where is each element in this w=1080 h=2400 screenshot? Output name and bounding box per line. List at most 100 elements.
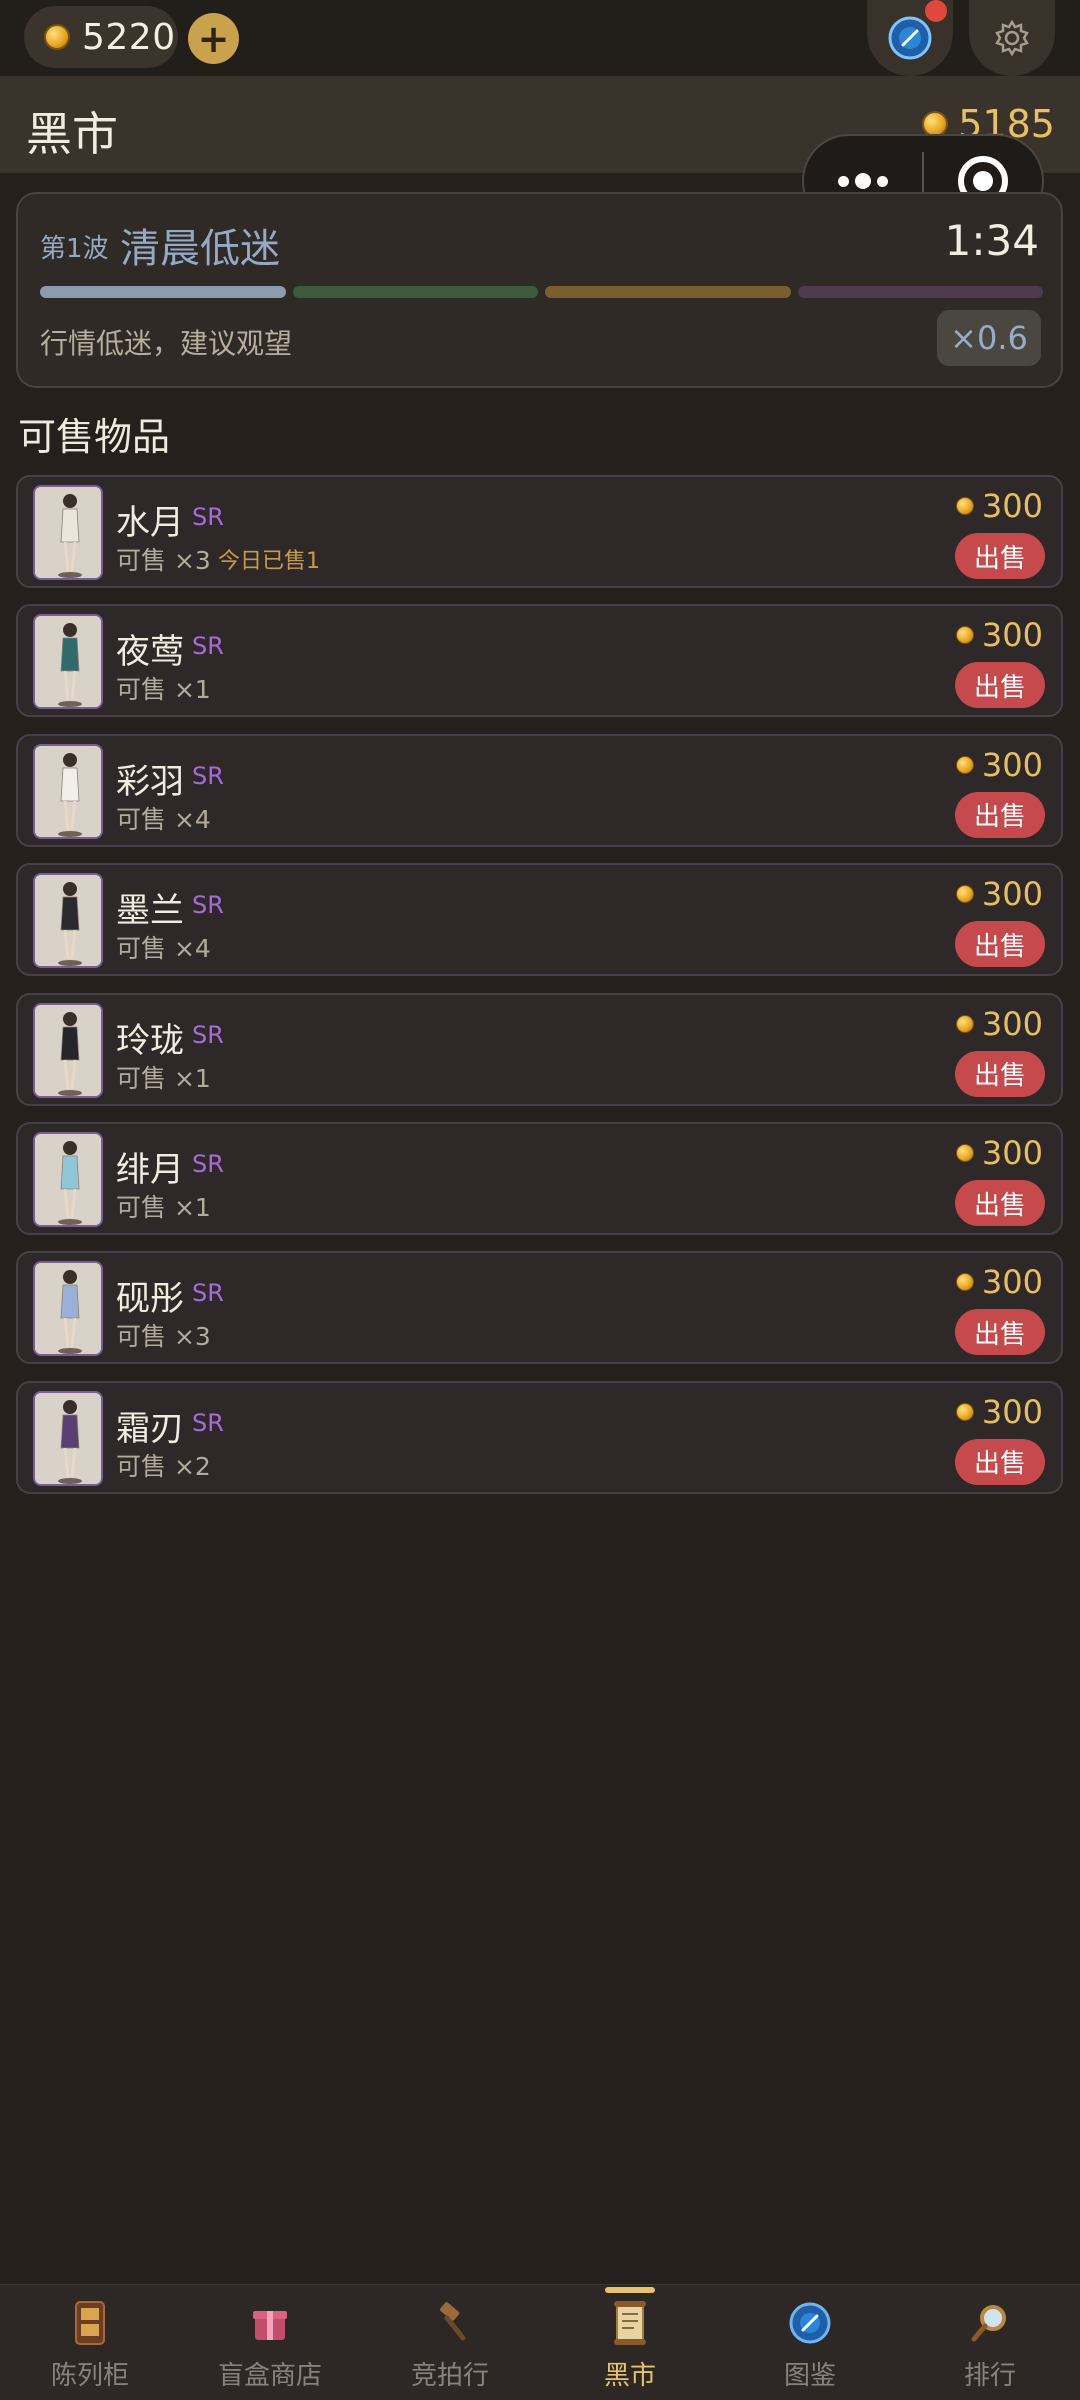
rarity-badge: SR [192, 891, 224, 920]
rarity-badge: SR [192, 761, 224, 790]
character-portrait [33, 1002, 103, 1098]
nav-item-3[interactable]: 黑市 [540, 2285, 720, 2400]
item-name: 玲珑 [116, 1020, 184, 1061]
sell-button[interactable]: 出售 [955, 533, 1045, 579]
coin-icon [955, 755, 974, 774]
nav-item-1[interactable]: 盲盒商店 [180, 2285, 360, 2400]
wave-timer: 1:34 [944, 216, 1039, 265]
sellable-item-row: 玲珑 SR 可售 ×1 300 出售 [16, 992, 1063, 1106]
sell-button[interactable]: 出售 [955, 1180, 1045, 1226]
sellable-item-row: 夜莺 SR 可售 ×1 300 出售 [16, 604, 1063, 718]
nav-label: 盲盒商店 [217, 2361, 322, 2391]
nav-item-0[interactable]: 陈列柜 [0, 2285, 180, 2400]
wave-number: 第1波 [40, 234, 109, 264]
item-price-value: 300 [981, 875, 1043, 914]
coin-balance: 5220 [82, 16, 176, 58]
rarity-badge: SR [192, 1150, 224, 1178]
coin-icon [44, 24, 70, 50]
item-stock: 可售 ×1 [116, 1063, 211, 1093]
section-title: 可售物品 [18, 415, 171, 459]
coin-icon [955, 1144, 974, 1162]
wave-phase-bar [40, 286, 1043, 298]
wave-phase-segment [40, 286, 286, 298]
price-multiplier-badge: ×0.6 [937, 310, 1041, 366]
item-name: 绯月 [116, 1150, 184, 1190]
active-tab-indicator [605, 2287, 655, 2293]
item-name: 砚彤 [116, 1279, 184, 1320]
item-stock: 可售 ×3 [116, 546, 211, 575]
wave-phase-segment [545, 286, 791, 298]
item-name: 水月 [116, 503, 184, 543]
sold-today-note: 今日已售1 [218, 549, 320, 574]
item-price: 300 [955, 1392, 1043, 1431]
nav-label: 图鉴 [783, 2361, 836, 2391]
item-price-value: 300 [981, 487, 1043, 525]
market-wave-card: 第1波 清晨低迷 1:34 行情低迷，建议观望 ×0.6 [16, 192, 1063, 388]
magnifier-icon [964, 2297, 1016, 2349]
notification-dot [925, 0, 947, 22]
more-dots-icon [838, 175, 849, 187]
sellable-item-row: 霜刃 SR 可售 ×2 300 出售 [16, 1380, 1063, 1494]
item-stock: 可售 ×2 [116, 1451, 211, 1481]
coin-balance-pill: 5220 [24, 6, 178, 68]
item-price: 300 [955, 1263, 1043, 1302]
item-price: 300 [955, 616, 1043, 654]
add-coins-button[interactable]: + [188, 13, 239, 64]
item-price-value: 300 [981, 1392, 1043, 1431]
rarity-badge: SR [192, 1408, 224, 1437]
sellable-item-row: 水月 SR 可售 ×3 今日已售1 300 出售 [16, 475, 1063, 588]
sell-button[interactable]: 出售 [955, 1309, 1045, 1356]
character-portrait [33, 614, 103, 710]
sellable-item-row: 绯月 SR 可售 ×1 300 出售 [16, 1122, 1063, 1235]
rarity-badge: SR [192, 503, 224, 531]
sell-button[interactable]: 出售 [955, 791, 1045, 838]
bottom-navigation: 陈列柜 盲盒商店 竞拍行 黑市 图鉴 排行 [0, 2284, 1080, 2400]
item-price: 300 [955, 487, 1043, 525]
nav-label: 排行 [963, 2361, 1016, 2391]
character-portrait [33, 485, 103, 580]
more-menu-button[interactable] [804, 173, 922, 189]
item-stock: 可售 ×3 [116, 1322, 211, 1352]
display-cabinet-icon [64, 2297, 116, 2349]
item-price-value: 300 [981, 1134, 1043, 1172]
character-portrait [33, 743, 103, 839]
item-price-value: 300 [981, 1004, 1043, 1043]
item-price-value: 300 [981, 745, 1043, 784]
sellable-item-row: 墨兰 SR 可售 ×4 300 出售 [16, 863, 1063, 977]
sell-button[interactable]: 出售 [955, 1050, 1045, 1097]
item-name: 夜莺 [116, 632, 184, 673]
character-portrait [33, 1132, 103, 1227]
nav-label: 陈列柜 [50, 2361, 129, 2391]
item-price: 300 [955, 1134, 1043, 1172]
coin-icon [955, 626, 974, 645]
coin-icon [955, 1014, 974, 1033]
sell-button[interactable]: 出售 [955, 662, 1045, 709]
coin-icon [955, 885, 974, 904]
settings-button[interactable] [969, 0, 1055, 76]
scroll-icon [604, 2297, 656, 2349]
item-stock: 可售 ×4 [116, 934, 211, 964]
sellable-item-row: 砚彤 SR 可售 ×3 300 出售 [16, 1251, 1063, 1365]
coin-icon [955, 1402, 974, 1421]
item-price-value: 300 [981, 1263, 1043, 1302]
gift-box-icon [244, 2297, 296, 2349]
nav-item-4[interactable]: 图鉴 [720, 2285, 900, 2400]
sell-button[interactable]: 出售 [955, 921, 1045, 968]
rarity-badge: SR [192, 1279, 224, 1308]
wave-phase-segment [797, 286, 1043, 298]
nav-label: 黑市 [603, 2361, 656, 2391]
nav-item-2[interactable]: 竞拍行 [360, 2285, 540, 2400]
character-portrait [33, 1390, 103, 1486]
coin-icon [955, 1273, 974, 1292]
rarity-badge: SR [192, 632, 224, 661]
nav-item-5[interactable]: 排行 [900, 2285, 1080, 2400]
item-name: 墨兰 [116, 891, 184, 932]
item-name: 彩羽 [116, 761, 184, 802]
wave-phase-segment [292, 286, 538, 298]
item-stock: 可售 ×1 [116, 675, 211, 705]
item-price: 300 [955, 875, 1043, 914]
sellable-item-row: 彩羽 SR 可售 ×4 300 出售 [16, 733, 1063, 847]
sell-button[interactable]: 出售 [955, 1438, 1045, 1485]
item-price: 300 [955, 745, 1043, 784]
compass-orb-icon [784, 2297, 836, 2349]
